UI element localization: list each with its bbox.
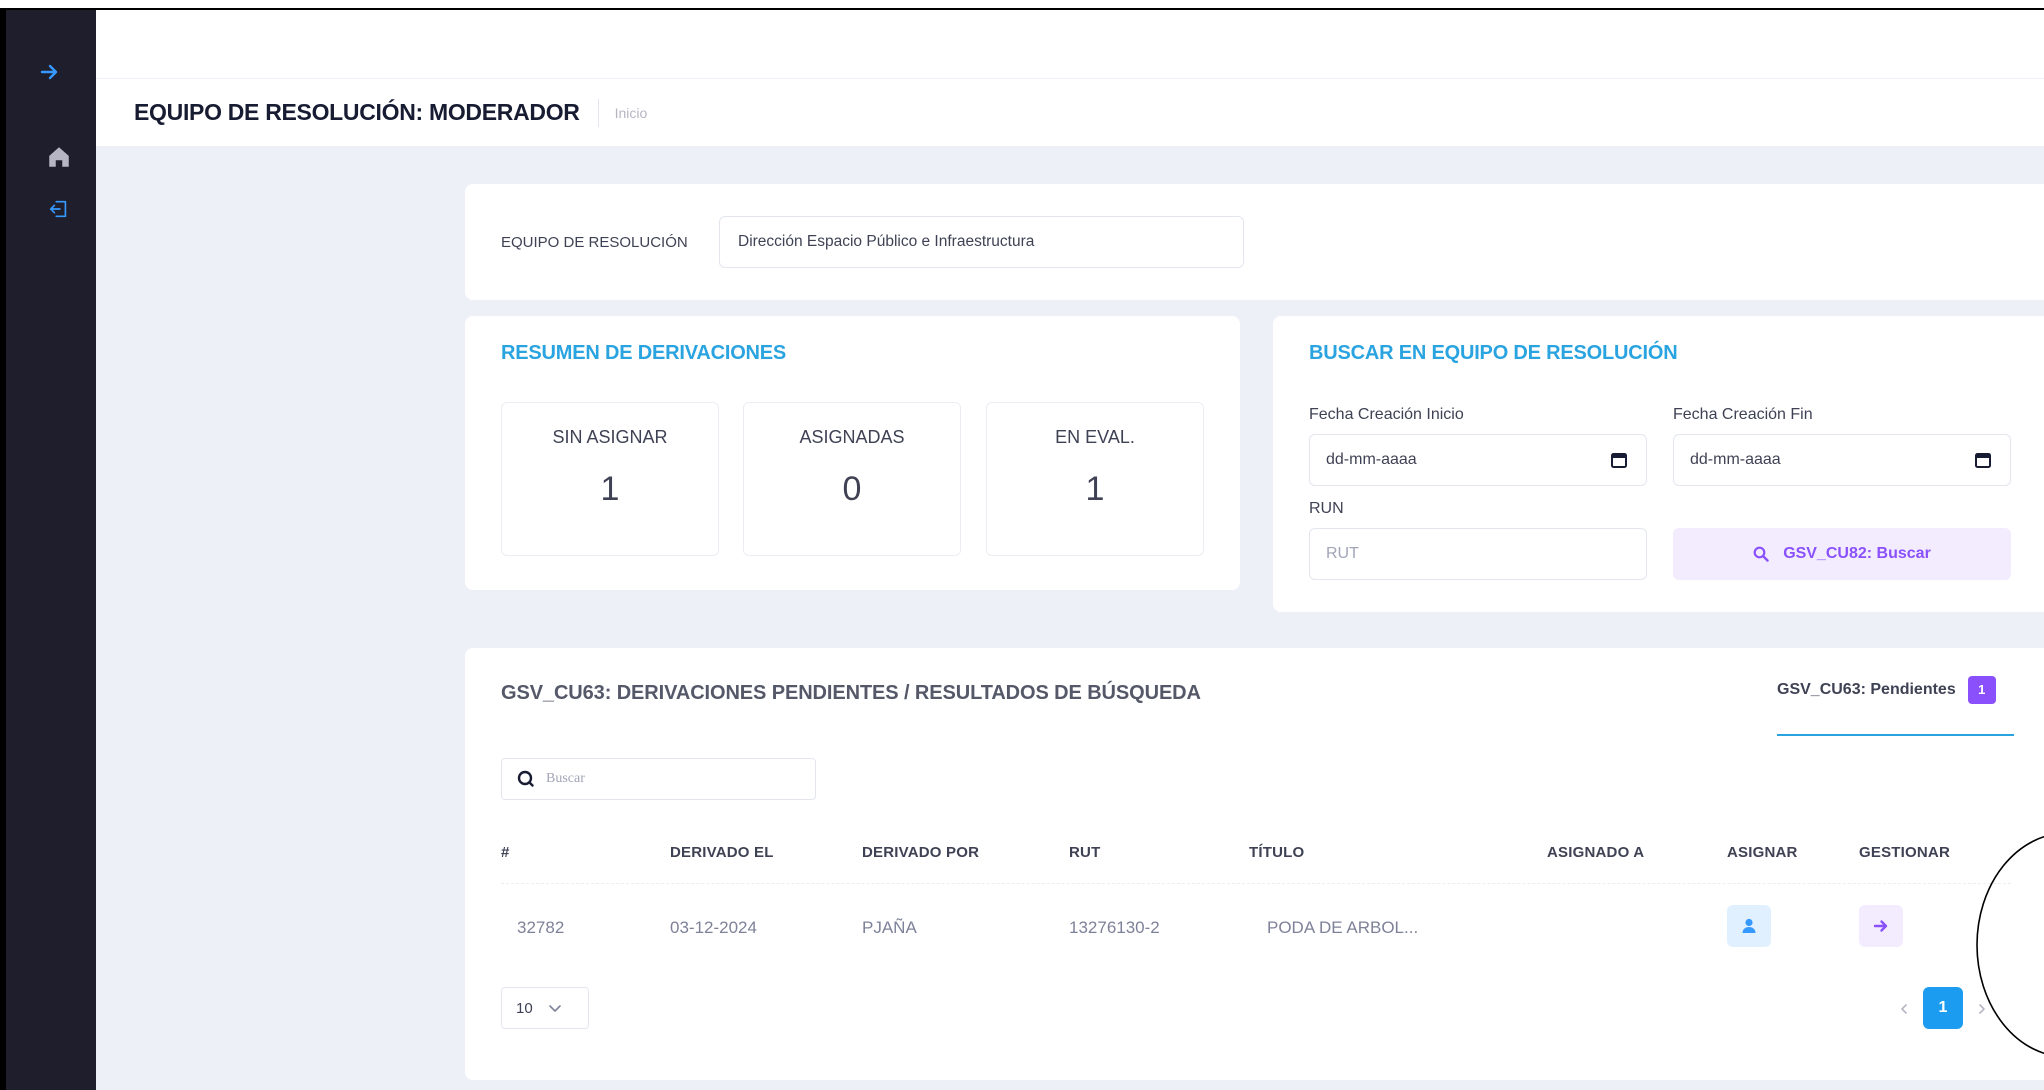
chevron-down-icon xyxy=(548,1005,561,1012)
calendar-icon[interactable] xyxy=(1610,451,1628,469)
tab-active-underline xyxy=(1777,734,2014,736)
stat-label: ASIGNADAS xyxy=(799,427,905,447)
search-button-label: GSV_CU82: Buscar xyxy=(1783,545,1931,562)
title-separator xyxy=(597,98,599,127)
team-select[interactable]: Dirección Espacio Público e Infraestruct… xyxy=(719,216,1244,268)
search-icon xyxy=(517,770,534,787)
home-icon[interactable] xyxy=(46,144,72,170)
table-search-input[interactable] xyxy=(546,771,796,787)
stat-unassigned: SIN ASIGNAR 1 xyxy=(501,402,719,556)
end-date-value: dd-mm-aaaa xyxy=(1690,451,1781,468)
column-header-manage: GESTIONAR xyxy=(1859,844,1950,861)
column-header-assign: ASIGNAR xyxy=(1727,844,1798,861)
column-header-derived-date[interactable]: DERIVADO EL xyxy=(670,844,774,861)
arrow-right-icon[interactable] xyxy=(38,60,62,84)
calendar-icon[interactable] xyxy=(1974,451,1992,469)
stat-value: 0 xyxy=(842,470,862,508)
pagination-page-button[interactable]: 1 xyxy=(1923,987,1963,1029)
stat-label: SIN ASIGNAR xyxy=(552,427,668,447)
run-input[interactable] xyxy=(1309,528,1647,580)
column-header-title[interactable]: TÍTULO xyxy=(1249,844,1304,861)
page-size-value: 10 xyxy=(516,999,533,1017)
summary-title: RESUMEN DE DERIVACIONES xyxy=(501,342,787,364)
column-header-id[interactable]: # xyxy=(501,844,510,861)
stat-in-evaluation: EN EVAL. 1 xyxy=(986,402,1204,556)
user-icon xyxy=(1742,918,1756,933)
page-title: EQUIPO DE RESOLUCIÓN: MODERADOR xyxy=(134,99,580,125)
cell-derived-date: 03-12-2024 xyxy=(670,918,757,937)
stat-value: 1 xyxy=(1085,470,1105,508)
end-date-input[interactable]: dd-mm-aaaa xyxy=(1673,434,2011,486)
pending-count-badge: 1 xyxy=(1967,676,1996,704)
manage-button[interactable] xyxy=(1859,905,1903,947)
assign-button[interactable] xyxy=(1727,905,1771,947)
summary-card: RESUMEN DE DERIVACIONES SIN ASIGNAR 1 AS… xyxy=(465,316,1240,590)
app-window: EQUIPO DE RESOLUCIÓN: MODERADOR Inicio E… xyxy=(0,0,2044,1090)
team-label: EQUIPO DE RESOLUCIÓN xyxy=(501,234,688,251)
cell-rut: 13276130-2 xyxy=(1069,918,1160,937)
sidebar xyxy=(6,10,96,1090)
end-date-label: Fecha Creación Fin xyxy=(1673,406,1813,423)
cell-derived-by: PJAÑA xyxy=(862,918,917,937)
team-select-value: Dirección Espacio Público e Infraestruct… xyxy=(738,233,1035,250)
column-header-assigned-to[interactable]: ASIGNADO A xyxy=(1547,844,1644,861)
search-icon xyxy=(1753,546,1769,562)
search-button[interactable]: GSV_CU82: Buscar xyxy=(1673,528,2011,580)
cell-title: PODA DE ARBOL... xyxy=(1267,918,1419,937)
subheader: EQUIPO DE RESOLUCIÓN: MODERADOR Inicio xyxy=(96,79,2044,146)
search-title: BUSCAR EN EQUIPO DE RESOLUCIÓN xyxy=(1309,342,1678,364)
run-label: RUN xyxy=(1309,500,1344,517)
tab-pending-label: GSV_CU63: Pendientes xyxy=(1777,681,1956,698)
start-date-label: Fecha Creación Inicio xyxy=(1309,406,1464,423)
chevron-left-icon xyxy=(1901,1004,1907,1014)
start-date-value: dd-mm-aaaa xyxy=(1326,451,1417,468)
logout-icon[interactable] xyxy=(48,198,70,220)
table-title: GSV_CU63: DERIVACIONES PENDIENTES / RESU… xyxy=(501,682,1201,704)
search-card: BUSCAR EN EQUIPO DE RESOLUCIÓN Fecha Cre… xyxy=(1273,316,2044,612)
breadcrumb[interactable]: Inicio xyxy=(615,105,648,121)
header-row-divider xyxy=(501,883,2011,884)
top-bar xyxy=(96,10,2044,79)
stat-value: 1 xyxy=(600,470,620,508)
page-size-select[interactable]: 10 xyxy=(501,987,589,1029)
column-header-derived-by[interactable]: DERIVADO POR xyxy=(862,844,979,861)
stat-label: EN EVAL. xyxy=(1055,427,1135,447)
tab-pending[interactable]: GSV_CU63: Pendientes 1 xyxy=(1777,676,1996,704)
arrow-right-icon xyxy=(1873,920,1888,932)
column-header-rut[interactable]: RUT xyxy=(1069,844,1100,861)
stat-assigned: ASIGNADAS 0 xyxy=(743,402,961,556)
derivations-table-card: GSV_CU63: DERIVACIONES PENDIENTES / RESU… xyxy=(465,648,2044,1080)
team-card: EQUIPO DE RESOLUCIÓN Dirección Espacio P… xyxy=(465,184,2044,300)
start-date-input[interactable]: dd-mm-aaaa xyxy=(1309,434,1647,486)
table-search-box[interactable] xyxy=(501,758,816,800)
annotation-circle xyxy=(1976,835,2044,1055)
cell-id: 32782 xyxy=(517,918,565,937)
pagination-prev-button[interactable] xyxy=(1889,991,1919,1027)
